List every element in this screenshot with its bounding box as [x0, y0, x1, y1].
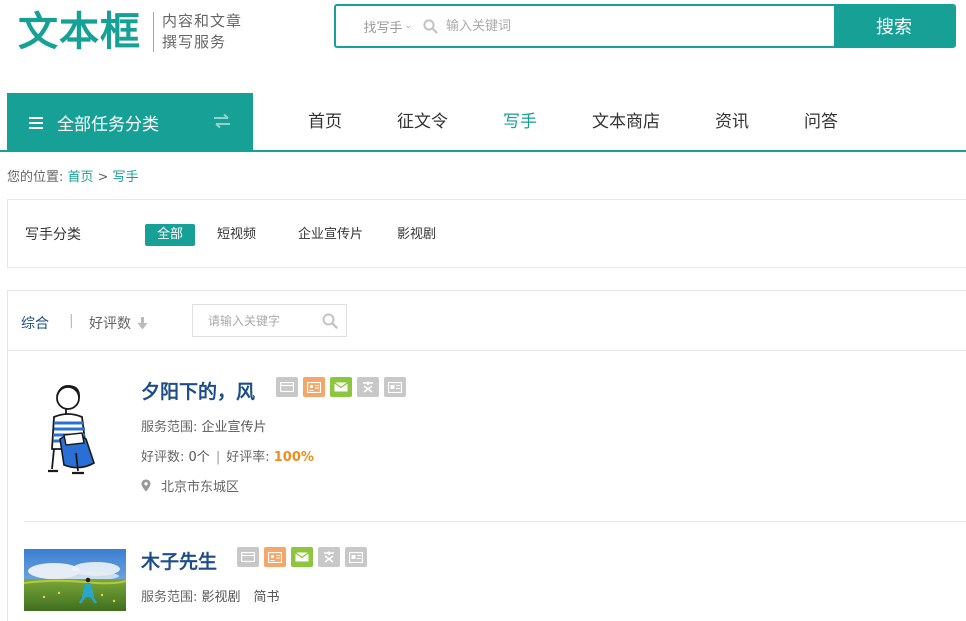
education-icon[interactable]: [318, 547, 340, 567]
id-card-icon[interactable]: [237, 547, 259, 567]
filter-option-short-video[interactable]: 短视频: [205, 224, 268, 246]
logo-tagline-line2: 撰写服务: [162, 33, 227, 51]
keyword-input[interactable]: [193, 313, 314, 328]
id-card-icon[interactable]: [276, 377, 298, 397]
rating-count-label: 好评数:: [141, 450, 185, 465]
rating-count-value: 0个: [188, 450, 210, 465]
writer-list-panel: 综合 | 好评数 请输入关键字 夕阳下的，风 服务范围: 企业宣传片 好评数: …: [7, 290, 966, 621]
writer-name[interactable]: 木子先生: [141, 547, 217, 574]
logo-title: 文本框: [18, 9, 141, 55]
search-button[interactable]: 搜索: [834, 6, 954, 46]
education-icon[interactable]: [357, 377, 379, 397]
sort-bar: 综合 | 好评数: [8, 291, 966, 351]
nav-item-news[interactable]: 资讯: [715, 93, 749, 152]
breadcrumb: 您的位置: 首页 > 写手: [7, 166, 138, 185]
profile-card-icon[interactable]: [303, 377, 325, 397]
writer-service-scope: 服务范围: 企业宣传片: [141, 416, 267, 435]
filter-option-film-tv[interactable]: 影视剧: [385, 224, 448, 246]
email-icon[interactable]: [330, 377, 352, 397]
service-scope-value: 影视剧 简书: [201, 590, 280, 605]
logo-tagline-line1: 内容和文章: [162, 12, 243, 30]
chevron-down-icon: ⌄: [404, 21, 412, 31]
writer-rating: 好评数: 0个 | 好评率: 100%: [141, 446, 314, 465]
sort-by-rating[interactable]: 好评数: [89, 313, 148, 333]
rating-divider: |: [215, 450, 221, 465]
writer-badges: [237, 547, 372, 567]
keyword-search-box: [192, 304, 347, 337]
search-scope-label: 找写手: [363, 20, 403, 36]
rating-rate-value: 100%: [273, 450, 314, 465]
search-scope-dropdown[interactable]: 找写手 ⌄: [336, 6, 416, 46]
breadcrumb-current-link[interactable]: 写手: [112, 170, 138, 185]
location-value: 北京市东城区: [161, 480, 240, 495]
profile-card-icon[interactable]: [264, 547, 286, 567]
writer-category-filter: 写手分类 全部 短视频 企业宣传片 影视剧: [7, 199, 966, 268]
search-bar: 找写手 ⌄ 搜索: [334, 4, 956, 48]
all-categories-button[interactable]: 全部任务分类: [7, 93, 253, 152]
nav-item-text-store[interactable]: 文本商店: [592, 93, 660, 152]
breadcrumb-prefix: 您的位置:: [7, 170, 64, 185]
location-pin-icon: [141, 479, 151, 492]
writer-location: 北京市东城区: [141, 476, 239, 495]
filter-option-all[interactable]: 全部: [145, 224, 196, 246]
certificate-icon[interactable]: [345, 547, 367, 567]
sort-comprehensive[interactable]: 综合: [21, 313, 49, 333]
writer-service-scope: 服务范围: 影视剧 简书: [141, 586, 280, 605]
breadcrumb-separator: >: [97, 170, 109, 185]
breadcrumb-home-link[interactable]: 首页: [68, 170, 94, 185]
logo-divider: [153, 12, 154, 52]
rating-rate-label: 好评率:: [226, 450, 270, 465]
all-categories-label: 全部任务分类: [57, 115, 159, 135]
search-icon[interactable]: [314, 313, 346, 329]
filter-label: 写手分类: [25, 227, 81, 243]
sort-by-rating-label: 好评数: [89, 316, 131, 332]
nav-item-contest[interactable]: 征文令: [397, 93, 448, 152]
nav-item-writers[interactable]: 写手: [503, 93, 537, 152]
menu-icon: [29, 116, 43, 129]
service-scope-value: 企业宣传片: [201, 420, 267, 435]
swap-arrows-icon[interactable]: [213, 113, 231, 134]
writer-avatar[interactable]: [24, 379, 126, 475]
search-icon: [416, 6, 444, 46]
writer-badges: [276, 377, 411, 397]
search-input[interactable]: [444, 6, 834, 46]
writer-avatar[interactable]: [24, 549, 126, 611]
arrow-down-icon: [137, 316, 148, 329]
nav-menu: 首页 征文令 写手 文本商店 资讯 问答: [253, 93, 838, 152]
service-scope-label: 服务范围:: [141, 590, 198, 605]
nav-item-qa[interactable]: 问答: [804, 93, 838, 152]
site-logo[interactable]: 文本框 内容和文章 撰写服务: [18, 8, 242, 56]
writer-name[interactable]: 夕阳下的，风: [141, 377, 255, 404]
filter-option-corporate-video[interactable]: 企业宣传片: [286, 224, 375, 246]
email-icon[interactable]: [291, 547, 313, 567]
main-navbar: 全部任务分类 首页 征文令 写手 文本商店 资讯 问答: [0, 93, 966, 152]
filter-options: 全部 短视频 企业宣传片 影视剧: [145, 224, 458, 246]
service-scope-label: 服务范围:: [141, 420, 198, 435]
logo-tagline: 内容和文章 撰写服务: [162, 11, 242, 53]
sort-divider: |: [69, 313, 74, 329]
writer-divider: [24, 521, 966, 522]
nav-item-home[interactable]: 首页: [308, 93, 342, 152]
certificate-icon[interactable]: [384, 377, 406, 397]
